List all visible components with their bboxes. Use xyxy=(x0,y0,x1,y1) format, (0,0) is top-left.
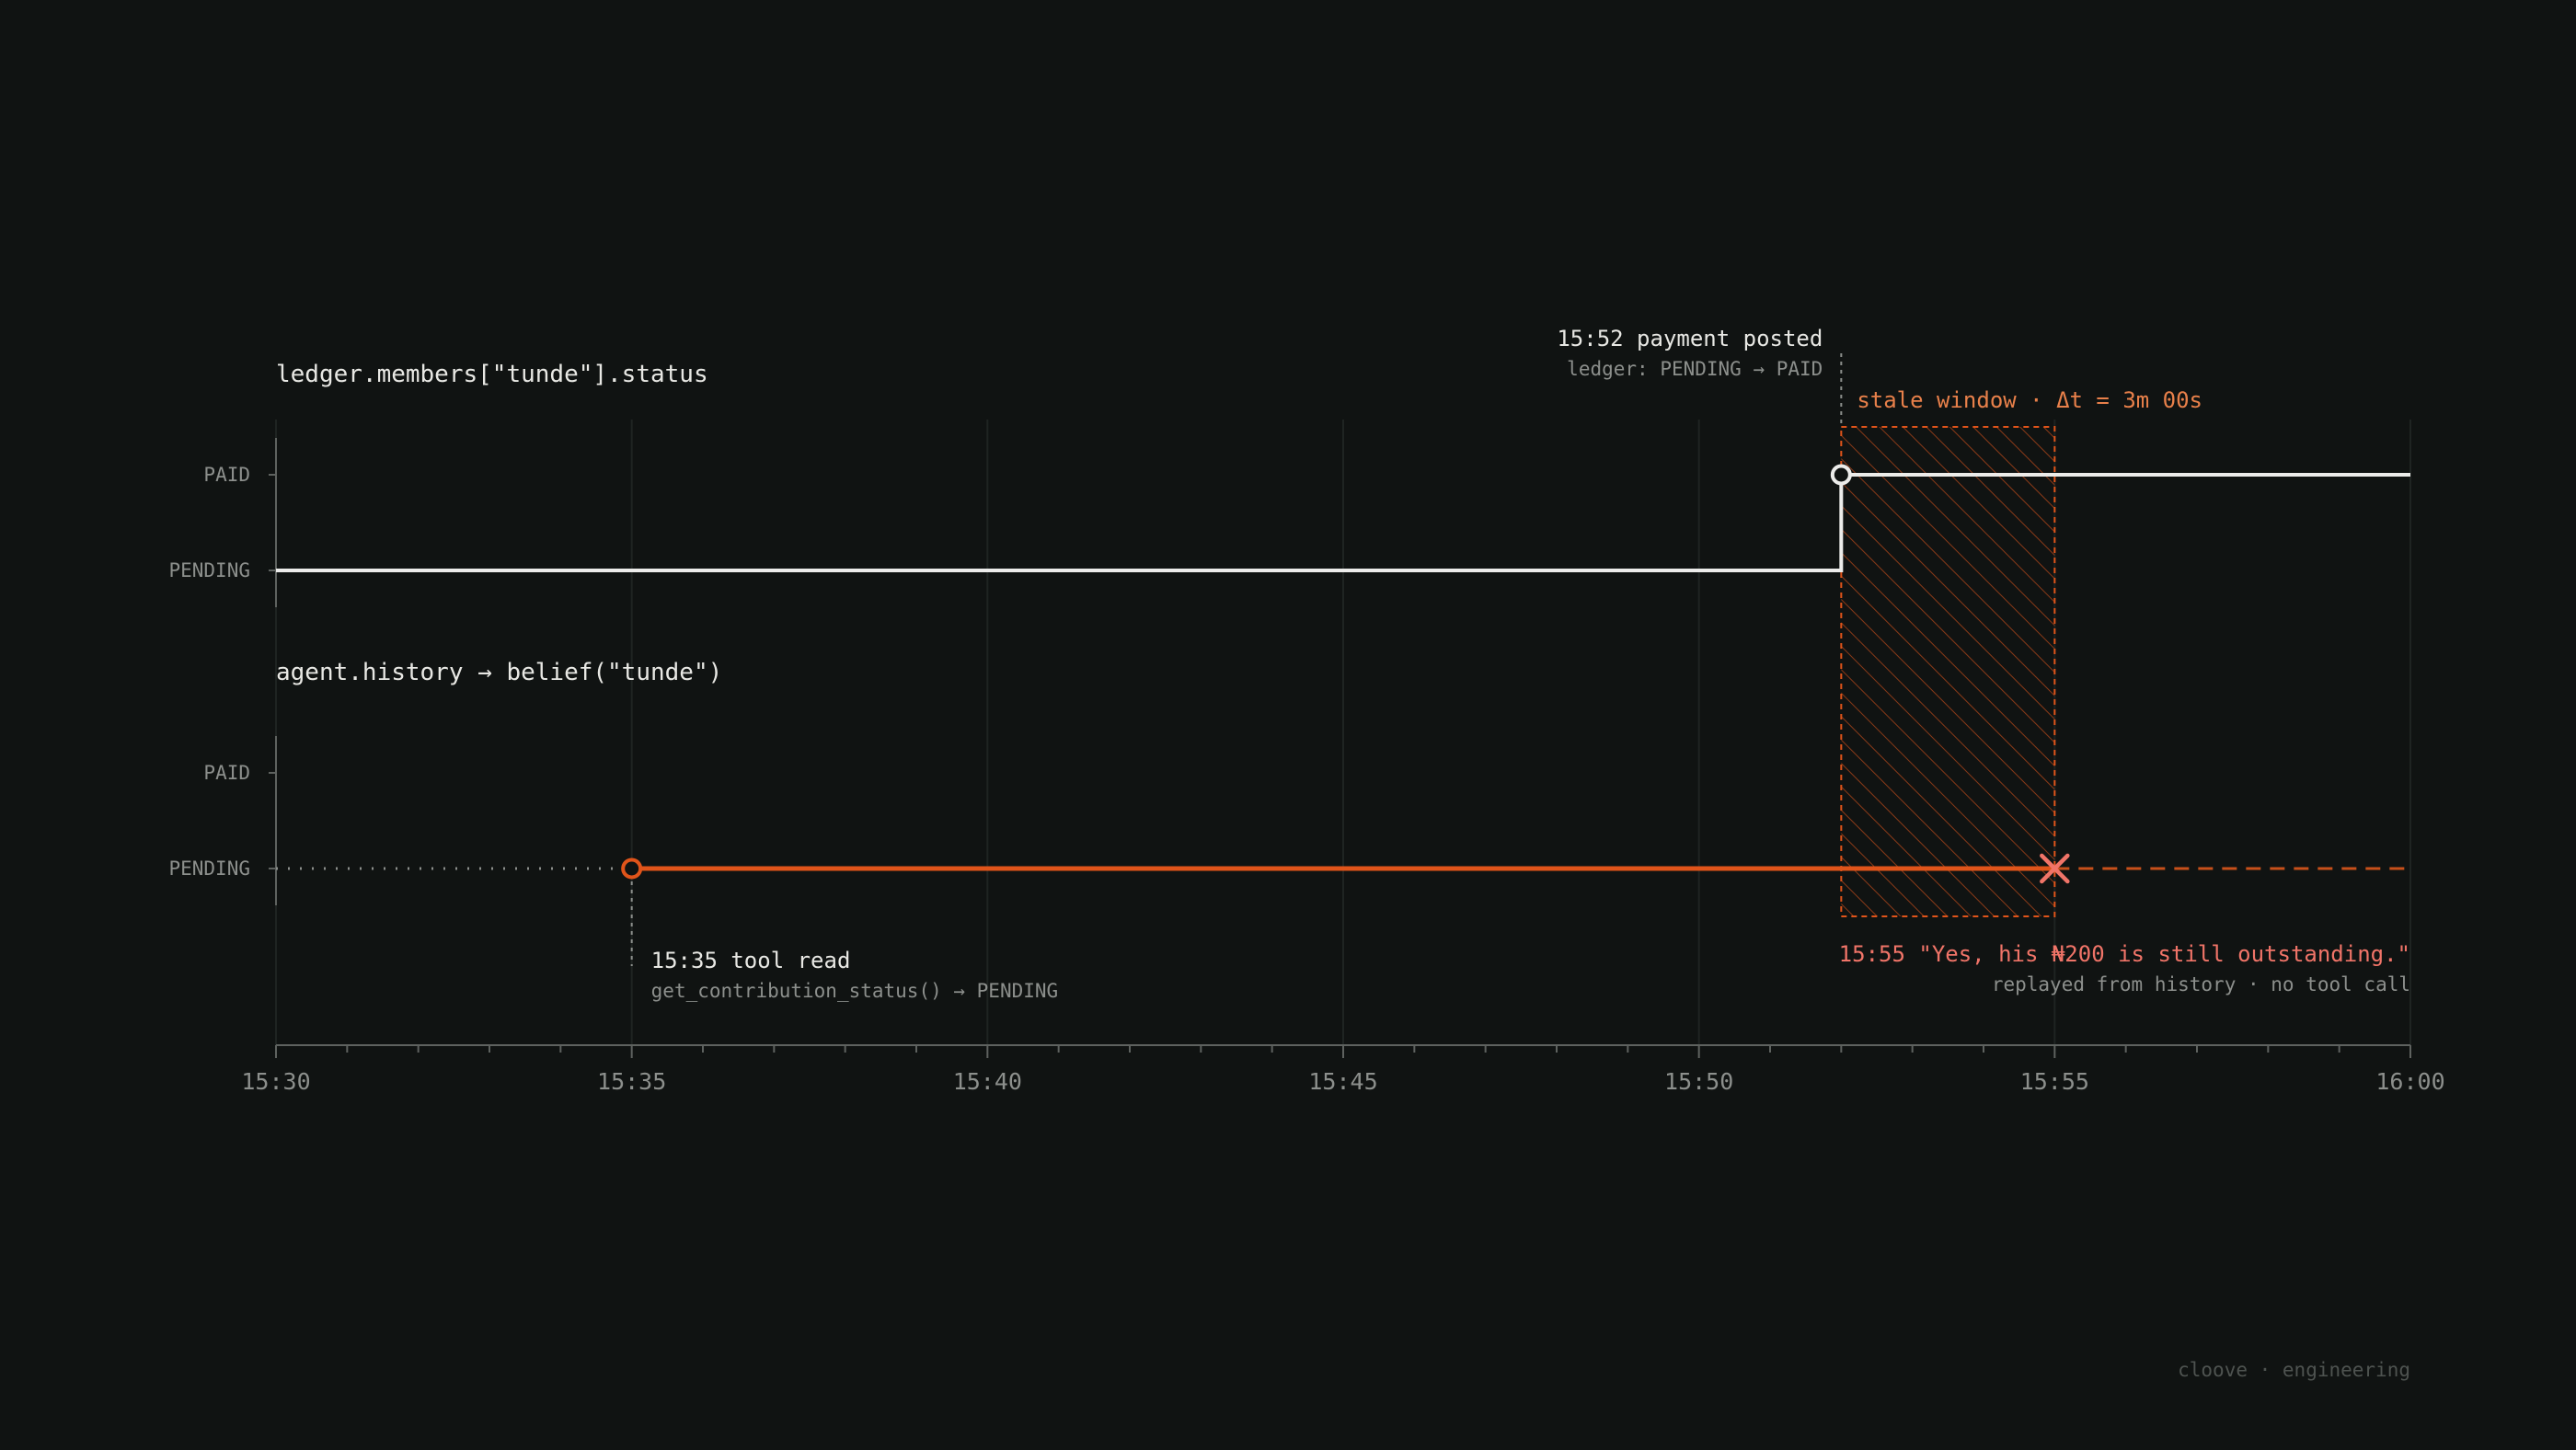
stale-window-region xyxy=(1840,426,2056,917)
agent-panel-title: agent.history → belief("tunde") xyxy=(276,659,722,686)
x-tick-label: 16:00 xyxy=(2375,1068,2444,1095)
x-tick-label: 15:45 xyxy=(1308,1068,1377,1095)
y-level-label: PENDING xyxy=(168,559,250,581)
y-level-label: PAID xyxy=(203,762,250,784)
tool-read-annotation-detail: get_contribution_status() → PENDING xyxy=(651,980,1059,1002)
x-tick-label: 15:40 xyxy=(953,1068,1022,1095)
x-tick-label: 15:55 xyxy=(2020,1068,2089,1095)
point-marker xyxy=(621,857,643,880)
payment-annotation-title: 15:52 payment posted xyxy=(1557,326,1823,351)
x-tick-label: 15:30 xyxy=(241,1068,310,1095)
y-level-label: PAID xyxy=(203,464,250,486)
x-tick-label: 15:50 xyxy=(1664,1068,1733,1095)
y-axes: PENDING PAID PENDING PAID xyxy=(168,438,277,905)
ledger-panel-title: ledger.members["tunde"].status xyxy=(276,361,708,388)
point-marker xyxy=(1830,464,1852,486)
stale-window-label: stale window · Δt = 3m 00s xyxy=(1857,387,2202,413)
tool-read-annotation-title: 15:35 tool read xyxy=(651,948,851,973)
x-tick-label: 15:35 xyxy=(597,1068,666,1095)
time-axis: 15:30 15:35 15:40 15:45 15:50 15:55 16:00 xyxy=(241,1044,2445,1095)
reply-annotation-title: 15:55 "Yes, his ₦200 is still outstandin… xyxy=(1839,941,2410,967)
y-level-label: PENDING xyxy=(168,857,250,880)
footer-brand: cloove · engineering xyxy=(2178,1359,2410,1381)
reply-annotation-detail: replayed from history · no tool call xyxy=(1992,973,2410,995)
stale-read-timeline-diagram: stale window · Δt = 3m 00s ledger.member… xyxy=(168,326,2445,1381)
payment-annotation-detail: ledger: PENDING → PAID xyxy=(1567,358,1823,380)
